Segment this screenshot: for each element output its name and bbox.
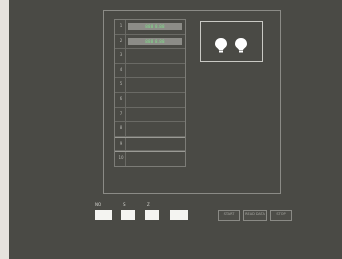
row-divider — [125, 34, 126, 49]
no-input-box[interactable] — [95, 210, 112, 220]
table-row[interactable]: 5 — [115, 78, 185, 93]
row-divider — [125, 122, 126, 136]
row-divider — [125, 63, 126, 78]
table-row[interactable]: 6 — [115, 92, 185, 108]
control-label-s: S — [123, 202, 126, 207]
row-divider — [125, 107, 126, 122]
control-label-z: Z — [147, 202, 150, 207]
table-row[interactable]: 4 — [115, 63, 185, 79]
slot-number: 1 — [119, 23, 123, 28]
device-screen: 1 888 8.88 2 888 8.88 3 4 5 6 7 8 9 10 N… — [9, 0, 342, 259]
slot-number: 7 — [119, 110, 123, 116]
slot-number: 10 — [118, 155, 124, 161]
bulb-icon — [215, 38, 227, 53]
z-input-box[interactable] — [145, 210, 159, 220]
bulb-icon — [235, 38, 247, 53]
row-divider — [125, 92, 126, 107]
table-row[interactable]: 2 888 8.88 — [115, 34, 185, 50]
slot-number: 8 — [119, 125, 123, 131]
read-data-button[interactable]: READ DATA — [243, 210, 267, 221]
slot-number: 4 — [119, 66, 123, 72]
slot-number: 5 — [119, 81, 123, 87]
row-divider — [125, 20, 126, 34]
blank-input-box[interactable] — [170, 210, 188, 220]
table-row[interactable]: 3 — [115, 49, 185, 64]
row-divider — [125, 78, 126, 92]
slot-value-display: 888 8.88 — [128, 37, 182, 45]
table-row[interactable]: 9 — [115, 136, 185, 152]
table-row[interactable]: 1 888 8.88 — [115, 20, 185, 35]
slot-number: 6 — [119, 95, 123, 101]
table-row[interactable]: 8 — [115, 122, 185, 137]
status-graphic-box — [200, 21, 263, 62]
table-row[interactable]: 7 — [115, 107, 185, 123]
stop-button[interactable]: STOP — [270, 210, 292, 221]
slot-table: 1 888 8.88 2 888 8.88 3 4 5 6 7 8 9 10 — [114, 19, 186, 167]
main-panel: 1 888 8.88 2 888 8.88 3 4 5 6 7 8 9 10 — [103, 10, 281, 194]
slot-number: 2 — [119, 37, 123, 43]
row-divider — [125, 152, 126, 166]
slot-value-display: 888 8.88 — [128, 23, 182, 30]
table-row[interactable]: 10 — [115, 151, 185, 166]
row-divider — [125, 49, 126, 63]
start-button[interactable]: START — [218, 210, 240, 221]
s-input-box[interactable] — [121, 210, 135, 220]
slot-number: 9 — [119, 140, 123, 146]
slot-number: 3 — [119, 52, 123, 58]
row-divider — [125, 137, 126, 151]
control-label-no: NO — [95, 202, 102, 207]
